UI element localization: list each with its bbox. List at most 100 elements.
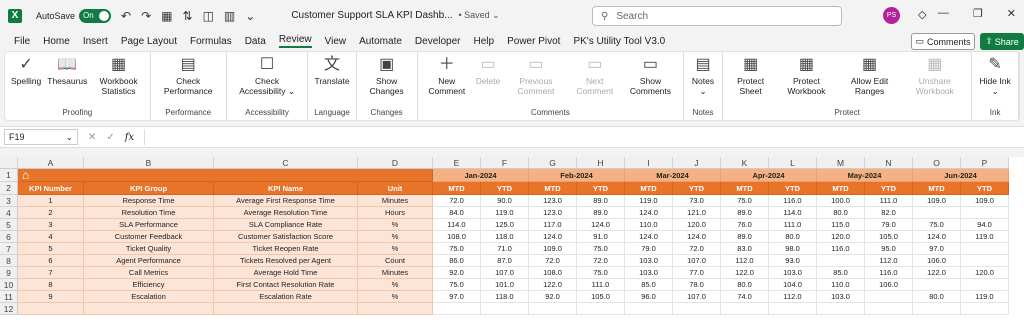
tab-data[interactable]: Data [245,36,266,47]
value-cell[interactable]: 112.0 [769,291,817,303]
delete-button[interactable]: ▭ Delete [473,52,504,108]
kpi-cell[interactable]: Response Time [84,195,214,207]
value-cell[interactable]: 98.0 [769,243,817,255]
value-cell[interactable]: 118.0 [481,231,529,243]
kpi-cell[interactable]: 4 [18,231,84,243]
value-cell[interactable]: 76.0 [721,219,769,231]
value-cell[interactable]: 124.0 [577,219,625,231]
column-header[interactable]: D [358,157,433,169]
kpi-cell[interactable]: 7 [18,267,84,279]
tab-automate[interactable]: Automate [359,36,402,47]
column-header[interactable]: M [817,157,865,169]
kpi-cell[interactable]: 8 [18,279,84,291]
value-cell[interactable]: 89.0 [721,207,769,219]
value-cell[interactable]: 75.0 [577,267,625,279]
value-cell[interactable]: 92.0 [529,291,577,303]
value-cell[interactable]: 87.0 [481,255,529,267]
kpi-cell[interactable]: SLA Compliance Rate [214,219,358,231]
tab-view[interactable]: View [325,36,347,47]
empty-cell[interactable] [961,303,1009,315]
restore-icon[interactable]: ❐ [973,7,983,20]
column-header[interactable]: K [721,157,769,169]
value-cell[interactable]: 73.0 [673,195,721,207]
value-cell[interactable]: 111.0 [865,195,913,207]
value-cell[interactable]: 89.0 [577,195,625,207]
kpi-cell[interactable]: SLA Performance [84,219,214,231]
value-cell[interactable]: 114.0 [433,219,481,231]
value-cell[interactable]: 85.0 [625,279,673,291]
value-cell[interactable] [961,207,1009,219]
tab-file[interactable]: File [14,36,30,47]
empty-cell[interactable] [913,303,961,315]
value-cell[interactable]: 95.0 [865,243,913,255]
spelling-button[interactable]: ✓ Spelling [8,52,44,108]
select-all-corner[interactable] [0,157,18,169]
new-comment-button[interactable]: ＋ New Comment [421,52,473,108]
value-cell[interactable]: 103.0 [769,267,817,279]
kpi-cell[interactable]: Agent Performance [84,255,214,267]
kpi-cell[interactable]: 1 [18,195,84,207]
spreadsheet-grid[interactable]: A B C D E F G H I J K L M N O P 1 2 3 4 5 6 7 8 9 10 11 12 ⌂ Jan-2024… [0,157,1024,333]
workbook-statistics-button[interactable]: ▦ Workbook Statistics [90,52,146,108]
value-cell[interactable] [961,255,1009,267]
empty-cell[interactable] [769,303,817,315]
row-header[interactable]: 7 [0,243,18,255]
column-header[interactable]: L [769,157,817,169]
value-cell[interactable]: 89.0 [721,231,769,243]
column-header[interactable]: C [214,157,358,169]
empty-cell[interactable] [721,303,769,315]
thesaurus-button[interactable]: 📖 Thesaurus [44,52,90,108]
kpi-cell[interactable]: Count [358,255,433,267]
value-cell[interactable]: 109.0 [913,195,961,207]
kpi-cell[interactable]: % [358,279,433,291]
empty-cell[interactable] [865,303,913,315]
allow-edit-ranges-button[interactable]: ▦ Allow Edit Ranges [838,52,902,108]
value-cell[interactable]: 122.0 [721,267,769,279]
kpi-cell[interactable]: Ticket Reopen Rate [214,243,358,255]
value-cell[interactable]: 112.0 [721,255,769,267]
enter-icon[interactable]: ✓ [106,132,114,143]
kpi-cell[interactable]: % [358,243,433,255]
check-accessibility-button[interactable]: ☐ Check Accessibility ⌄ [230,52,305,108]
value-cell[interactable]: 72.0 [433,195,481,207]
avatar[interactable]: PS [883,7,900,24]
value-cell[interactable]: 97.0 [433,291,481,303]
next-comment-button[interactable]: ▭ Next Comment [569,52,621,108]
row-header[interactable]: 2 [0,182,18,195]
value-cell[interactable]: 104.0 [769,279,817,291]
sort-icon[interactable]: ⇅ [183,9,193,23]
value-cell[interactable]: 75.0 [721,195,769,207]
home-icon[interactable]: ⌂ [22,169,29,181]
value-cell[interactable]: 112.0 [865,255,913,267]
empty-cell[interactable] [481,303,529,315]
kpi-cell[interactable]: Customer Satisfaction Score [214,231,358,243]
value-cell[interactable] [817,255,865,267]
kpi-cell[interactable]: Efficiency [84,279,214,291]
value-cell[interactable]: 120.0 [817,231,865,243]
value-cell[interactable]: 79.0 [625,243,673,255]
more-commands-icon[interactable]: ⌄ [245,9,255,23]
value-cell[interactable]: 105.0 [577,291,625,303]
kpi-cell[interactable]: Hours [358,207,433,219]
value-cell[interactable]: 120.0 [961,267,1009,279]
value-cell[interactable]: 124.0 [673,231,721,243]
kpi-cell[interactable]: % [358,291,433,303]
value-cell[interactable]: 123.0 [529,195,577,207]
value-cell[interactable]: 116.0 [769,195,817,207]
value-cell[interactable]: 85.0 [817,267,865,279]
previous-comment-button[interactable]: ▭ Previous Comment [503,52,568,108]
value-cell[interactable]: 124.0 [913,231,961,243]
column-header[interactable]: N [865,157,913,169]
kpi-cell[interactable]: Tickets Resolved per Agent [214,255,358,267]
value-cell[interactable]: 124.0 [625,231,673,243]
value-cell[interactable]: 79.0 [865,219,913,231]
value-cell[interactable] [913,279,961,291]
value-cell[interactable]: 114.0 [769,207,817,219]
show-changes-button[interactable]: ▣ Show Changes [360,52,414,108]
value-cell[interactable]: 80.0 [769,231,817,243]
value-cell[interactable]: 122.0 [913,267,961,279]
kpi-cell[interactable]: % [358,231,433,243]
value-cell[interactable] [865,291,913,303]
value-cell[interactable]: 83.0 [721,243,769,255]
empty-cell[interactable] [433,303,481,315]
